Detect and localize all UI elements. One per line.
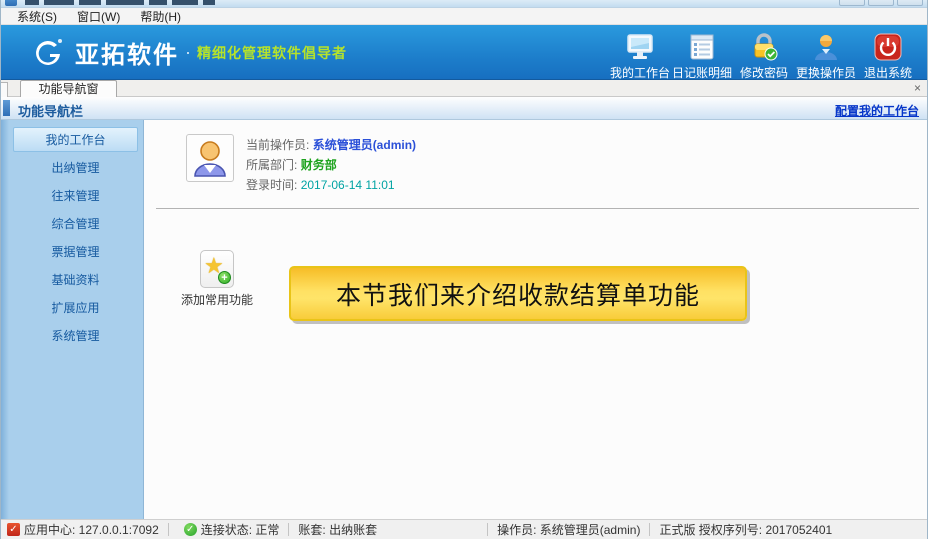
sidebar-item-comprehensive[interactable]: 综合管理 — [13, 211, 138, 236]
add-common-function[interactable]: ★ + 添加常用功能 — [171, 250, 263, 308]
current-user-block: 当前操作员: 系统管理员(admin) 所属部门: 财务部 登录时间: 2017… — [186, 134, 416, 195]
app-center-status: ✓ 应用中心: 127.0.0.1:7092 — [1, 521, 159, 538]
plus-badge-icon: + — [218, 271, 231, 284]
sidebar-item-bills[interactable]: 票据管理 — [13, 239, 138, 264]
main-content: 当前操作员: 系统管理员(admin) 所属部门: 财务部 登录时间: 2017… — [144, 120, 927, 519]
brand-block: 亚拓软件 · 精细化管理软件倡导者 — [31, 35, 347, 70]
brand-tagline: 精细化管理软件倡导者 — [197, 43, 347, 63]
toolbar-label: 日记账明细 — [672, 64, 732, 81]
lock-check-icon — [750, 31, 778, 61]
brand-logo-icon — [31, 36, 65, 70]
tutorial-banner-text: 本节我们来介绍收款结算单功能 — [336, 276, 700, 312]
window-titlebar — [1, 0, 927, 8]
tab-strip: 功能导航窗 × — [1, 80, 927, 97]
power-icon — [874, 31, 902, 61]
app-center-icon: ✓ — [7, 523, 20, 536]
sidebar-item-my-workspace[interactable]: 我的工作台 — [13, 127, 138, 152]
toolbar-label: 我的工作台 — [610, 64, 670, 81]
operator-label: 当前操作员: — [246, 138, 309, 152]
function-navbar: 功能导航栏 配置我的工作台 — [1, 97, 927, 120]
status-separator — [487, 523, 488, 536]
monitor-icon — [625, 31, 655, 61]
navbar-title: 功能导航栏 — [18, 101, 83, 120]
toolbar-journal-detail[interactable]: 日记账明细 — [671, 29, 733, 81]
menu-system[interactable]: 系统(S) — [7, 7, 67, 26]
avatar — [186, 134, 234, 182]
toolbar-change-password[interactable]: 修改密码 — [733, 29, 795, 81]
status-separator — [649, 523, 650, 536]
operator-status: 操作员: 系统管理员(admin) — [497, 521, 640, 538]
menu-bar: 系统(S) 窗口(W) 帮助(H) — [1, 8, 927, 25]
add-common-function-label: 添加常用功能 — [171, 291, 263, 308]
sidebar-nav: 我的工作台 出纳管理 往来管理 综合管理 票据管理 基础资料 扩展应用 系统管理 — [1, 120, 144, 519]
login-time-label: 登录时间: — [246, 178, 297, 192]
toolbar-label: 修改密码 — [740, 64, 788, 81]
status-bar: ✓ 应用中心: 127.0.0.1:7092 ✓ 连接状态: 正常 账套: 出纳… — [1, 519, 927, 539]
toolbar-switch-operator[interactable]: 更换操作员 — [795, 29, 857, 81]
sidebar-item-current-accounts[interactable]: 往来管理 — [13, 183, 138, 208]
app-icon — [5, 0, 17, 6]
minimize-button[interactable] — [839, 0, 865, 6]
login-time-value: 2017-06-14 11:01 — [301, 178, 395, 192]
maximize-button[interactable] — [868, 0, 894, 6]
window-title-clipped — [25, 0, 215, 5]
connection-status: ✓ 连接状态: 正常 — [178, 521, 280, 538]
sidebar-item-cashier[interactable]: 出纳管理 — [13, 155, 138, 180]
menu-help[interactable]: 帮助(H) — [130, 7, 191, 26]
status-separator — [288, 523, 289, 536]
toolbar-label: 更换操作员 — [796, 64, 856, 81]
department-value: 财务部 — [301, 158, 337, 172]
configure-workspace-link[interactable]: 配置我的工作台 — [835, 102, 919, 119]
app-header: 亚拓软件 · 精细化管理软件倡导者 我的工作台 — [1, 25, 927, 80]
operator-value: 系统管理员(admin) — [313, 138, 416, 152]
brand-separator: · — [185, 42, 191, 63]
tab-function-navigator[interactable]: 功能导航窗 — [20, 80, 117, 97]
person-icon — [812, 31, 840, 61]
connection-ok-icon: ✓ — [184, 523, 197, 536]
status-separator — [168, 523, 169, 536]
account-set-status: 账套: 出纳账套 — [298, 521, 377, 538]
toolbar-label: 退出系统 — [864, 64, 912, 81]
sidebar-item-basic-data[interactable]: 基础资料 — [13, 267, 138, 292]
header-toolbar: 我的工作台 日记账明细 — [609, 29, 919, 81]
tab-close-icon[interactable]: × — [914, 81, 921, 95]
sidebar-item-system[interactable]: 系统管理 — [13, 323, 138, 348]
tutorial-banner: 本节我们来介绍收款结算单功能 — [289, 266, 747, 321]
brand-name: 亚拓软件 — [75, 35, 179, 70]
toolbar-exit-system[interactable]: 退出系统 — [857, 29, 919, 81]
menu-window[interactable]: 窗口(W) — [67, 7, 130, 26]
horizontal-divider — [156, 208, 919, 209]
department-label: 所属部门: — [246, 158, 297, 172]
close-button[interactable] — [897, 0, 923, 6]
toolbar-my-workspace[interactable]: 我的工作台 — [609, 29, 671, 81]
sidebar-item-extensions[interactable]: 扩展应用 — [13, 295, 138, 320]
application-window: 系统(S) 窗口(W) 帮助(H) 亚拓软件 · 精细化管理软件倡导者 — [0, 0, 928, 539]
sidebar-left-strip — [1, 120, 9, 519]
navbar-accent — [3, 100, 10, 116]
license-status: 正式版 授权序列号: 2017052401 — [659, 521, 832, 538]
journal-icon — [688, 31, 716, 61]
tab-edge-sliver — [1, 82, 8, 97]
